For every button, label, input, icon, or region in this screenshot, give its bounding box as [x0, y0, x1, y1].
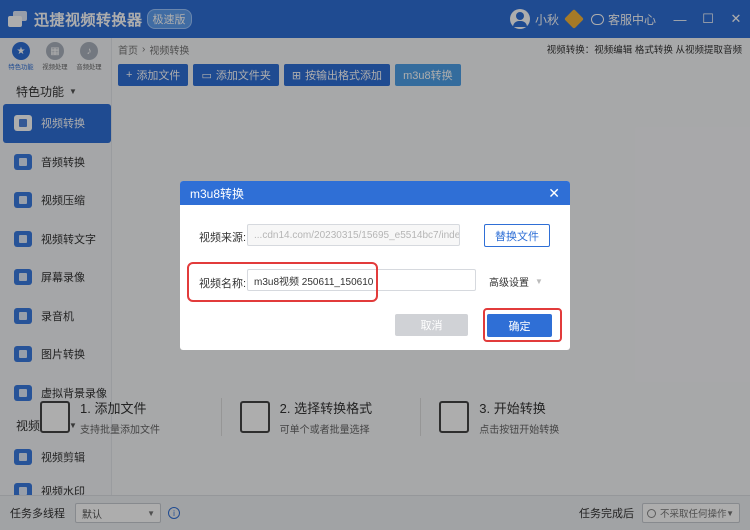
close-icon[interactable]: ✕: [548, 185, 560, 202]
source-label: 视频来源:: [199, 229, 246, 245]
source-value: ...cdn14.com/20230315/15695_e5514bc7/ind…: [254, 229, 460, 241]
source-label-text: 视频来源:: [199, 232, 247, 244]
advanced-settings-label: 高级设置: [489, 278, 529, 289]
m3u8-dialog: m3u8转换 ✕ 视频来源: ...cdn14.com/20230315/156…: [180, 181, 570, 350]
dialog-header: m3u8转换 ✕: [180, 181, 570, 205]
cancel-button[interactable]: 取消: [395, 314, 468, 336]
highlight-box: [187, 262, 378, 302]
advanced-settings-dropdown[interactable]: 高级设置 ▼: [489, 274, 543, 289]
replace-file-button[interactable]: 替换文件: [484, 224, 550, 247]
chevron-down-icon: ▼: [535, 277, 543, 286]
source-field: ...cdn14.com/20230315/15695_e5514bc7/ind…: [247, 224, 460, 246]
dialog-title: m3u8转换: [190, 186, 245, 201]
highlight-box: [483, 308, 562, 342]
